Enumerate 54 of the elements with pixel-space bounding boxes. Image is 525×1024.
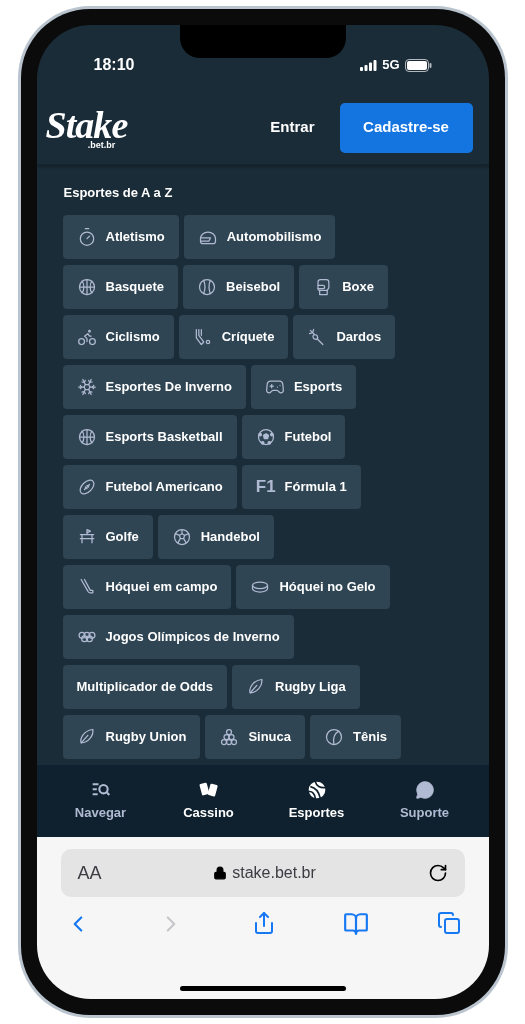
sport-chip[interactable]: Críquete xyxy=(178,314,289,359)
sport-chip[interactable]: Basquete xyxy=(62,264,179,309)
handball-icon xyxy=(171,526,192,547)
sport-chip[interactable]: Jogos Olímpicos de Inverno xyxy=(62,614,294,659)
url-text: stake.bet.br xyxy=(232,863,316,883)
sport-chip[interactable]: Golfe xyxy=(62,514,153,559)
battery-icon xyxy=(404,58,432,72)
sport-chip[interactable]: Beisebol xyxy=(183,264,295,309)
snowflake-icon xyxy=(76,376,97,397)
sport-chip[interactable]: Sinuca xyxy=(205,714,305,759)
sport-chip[interactable]: Automobilismo xyxy=(183,214,336,259)
login-button[interactable]: Entrar xyxy=(250,102,335,153)
ball-icon xyxy=(306,779,327,800)
sport-chip[interactable]: Esports xyxy=(250,364,357,409)
bookmarks-icon[interactable] xyxy=(343,911,369,937)
sport-chip[interactable]: Multiplicador de Odds xyxy=(62,664,227,709)
nav-tab[interactable]: Navegar xyxy=(46,779,155,823)
nav-tab[interactable]: Esportes xyxy=(262,779,371,823)
billiard-balls-icon xyxy=(219,726,240,747)
sport-chip[interactable]: Futebol xyxy=(241,414,346,459)
signal-icon xyxy=(360,59,378,71)
sport-chip[interactable]: Rugby Liga xyxy=(232,664,360,709)
soccer-ball-icon xyxy=(255,426,276,447)
nav-tab[interactable]: Suporte xyxy=(370,779,479,823)
nav-tab[interactable]: Cassino xyxy=(154,779,263,823)
sport-chip[interactable]: Tênis xyxy=(310,714,401,759)
tennis-ball-icon xyxy=(324,726,344,747)
lock-icon xyxy=(213,866,228,880)
chat-icon xyxy=(414,779,435,800)
sport-chip[interactable]: Esports Basketball xyxy=(62,414,237,459)
sport-chip[interactable]: Hóquei em campo xyxy=(62,564,232,609)
signup-button[interactable]: Cadastre-se xyxy=(339,102,473,153)
baseball-icon xyxy=(197,276,218,297)
sport-chip[interactable]: Dardos xyxy=(293,314,396,359)
sport-chip[interactable]: Boxe xyxy=(299,264,388,309)
tabs-icon[interactable] xyxy=(436,911,461,935)
sport-chip[interactable]: Futebol Americano xyxy=(62,464,237,509)
status-time: 18:10 xyxy=(93,55,135,75)
sport-chip[interactable]: Esportes De Inverno xyxy=(62,364,246,409)
text-size-button[interactable]: AA xyxy=(77,859,102,887)
section-title: Esportes de A a Z xyxy=(63,184,174,202)
badge-label: F1 xyxy=(255,478,276,495)
sport-chip[interactable]: Handebol xyxy=(157,514,274,559)
basketball-icon xyxy=(76,276,97,297)
logo[interactable]: Stake .bet.br xyxy=(45,105,128,150)
basketball-icon xyxy=(76,426,97,447)
network-label: 5G xyxy=(382,56,400,75)
sport-chip[interactable]: Atletismo xyxy=(62,214,179,259)
sport-chip[interactable]: F1 Fórmula 1 xyxy=(241,464,361,509)
address-bar[interactable]: AA stake.bet.br xyxy=(60,849,465,897)
sport-chip[interactable]: Rugby Union xyxy=(62,714,201,759)
reload-icon[interactable] xyxy=(427,863,448,883)
sport-chip[interactable]: Hóquei no Gelo xyxy=(236,564,390,609)
sport-chip[interactable]: Ciclismo xyxy=(62,314,174,359)
